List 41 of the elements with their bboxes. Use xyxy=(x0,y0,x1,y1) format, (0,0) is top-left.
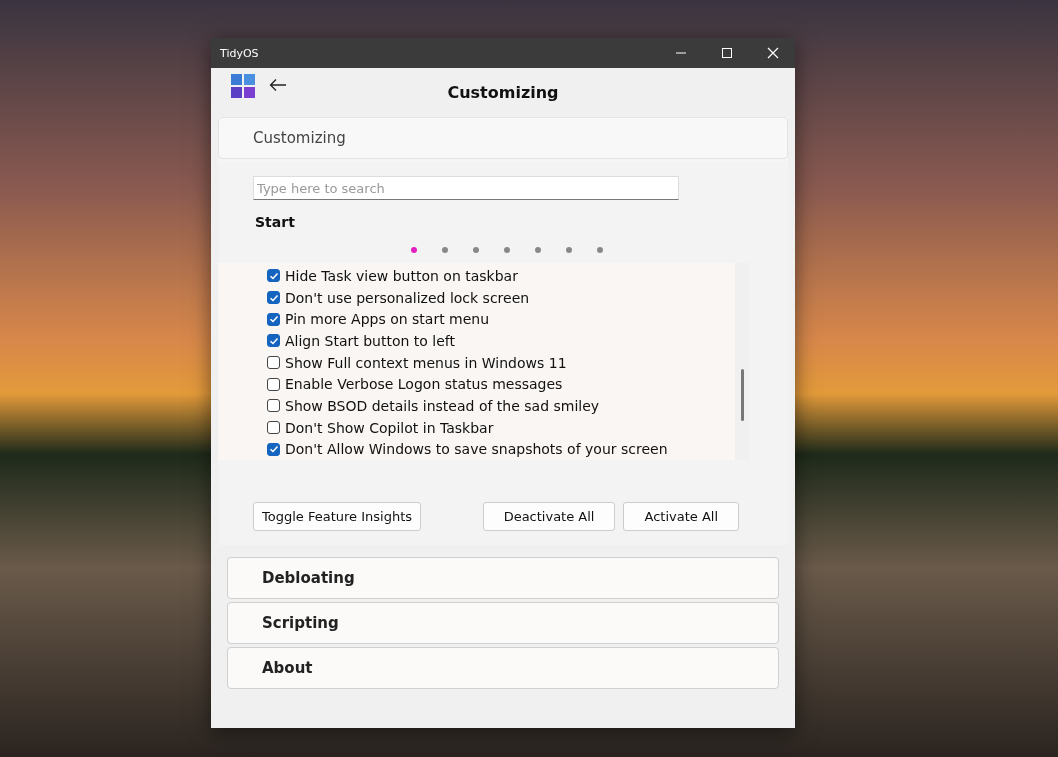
checkbox[interactable] xyxy=(267,421,280,435)
toggle-insights-button[interactable]: Toggle Feature Insights xyxy=(253,502,421,531)
window-title: TidyOS xyxy=(220,46,259,60)
checkbox[interactable] xyxy=(267,399,280,413)
search-field[interactable]: Type here to search xyxy=(253,176,679,200)
pager-dot[interactable] xyxy=(442,247,448,253)
pager-dot[interactable] xyxy=(411,247,417,253)
section-heading: Start xyxy=(255,214,296,230)
expander-header[interactable]: Customizing xyxy=(218,117,788,159)
close-icon[interactable] xyxy=(767,47,779,59)
option-label: Show Full context menus in Windows 11 xyxy=(285,354,567,371)
pager-dot[interactable] xyxy=(566,247,572,253)
app-logo-icon[interactable] xyxy=(231,74,255,98)
expander-header[interactable]: Scripting xyxy=(227,602,779,644)
option-label: Align Start button to left xyxy=(285,332,456,349)
pager-dot[interactable] xyxy=(504,247,510,253)
expander-header[interactable]: About xyxy=(227,647,779,689)
checkbox[interactable] xyxy=(267,312,280,326)
maximize-icon[interactable] xyxy=(721,47,733,59)
back-arrow-icon[interactable] xyxy=(269,78,287,92)
checkbox[interactable] xyxy=(267,377,280,391)
option-label: Enable Verbose Logon status messages xyxy=(285,376,563,393)
action-button[interactable]: Deactivate All xyxy=(482,502,616,531)
pager-dot[interactable] xyxy=(473,247,479,253)
checkbox[interactable] xyxy=(267,269,280,283)
option-label: Pin more Apps on start menu xyxy=(285,311,490,328)
checkbox[interactable] xyxy=(267,442,280,456)
option-label: Don't use personalized lock screen xyxy=(285,289,530,306)
checkbox[interactable] xyxy=(267,356,280,369)
scrollbar-thumb[interactable] xyxy=(741,369,744,421)
action-button[interactable]: Activate All xyxy=(623,502,739,531)
option-label: Don't Allow Windows to save snapshots of your screen xyxy=(285,441,668,458)
checkbox[interactable] xyxy=(267,291,280,304)
pager-dot[interactable] xyxy=(597,247,603,253)
expander-header[interactable]: Debloating xyxy=(227,557,779,599)
option-label: Don't Show Copilot in Taskbar xyxy=(285,419,494,436)
page-title: Customizing xyxy=(447,83,559,102)
pager-dot[interactable] xyxy=(535,247,541,253)
option-label: Hide Task view button on taskbar xyxy=(285,267,518,284)
checkbox[interactable] xyxy=(267,334,280,348)
option-label: Show BSOD details instead of the sad smiley xyxy=(285,397,600,414)
